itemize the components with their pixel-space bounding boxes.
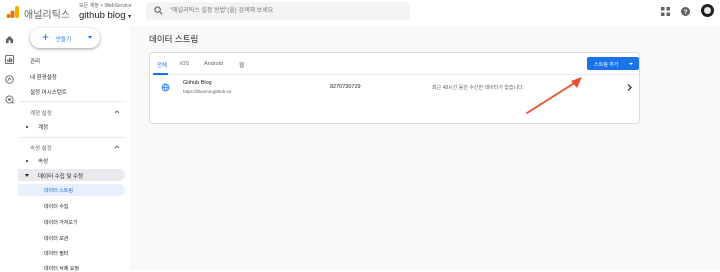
stream-name: Github Blog — [183, 80, 212, 86]
sidebar-item-data-streams[interactable]: 데이터 스트림 — [44, 187, 73, 194]
sidebar-divider — [20, 101, 126, 102]
tab-ios[interactable]: iOS — [180, 61, 189, 67]
plus-icon: + — [42, 30, 50, 44]
search-icon — [154, 6, 163, 15]
sidebar-item-setup-assistant[interactable]: 설정 어시스턴트 — [30, 88, 67, 96]
sidebar-divider — [20, 137, 126, 138]
help-icon[interactable]: ? — [681, 7, 690, 16]
main-content: 데이터 스트림 전체 iOS Android 웹 스트림 추가 Github B… — [130, 26, 720, 270]
tab-web[interactable]: 웹 — [239, 61, 244, 69]
chevron-up-icon[interactable] — [114, 109, 120, 115]
advertising-icon[interactable] — [5, 95, 14, 104]
brand-name: 애널리틱스 — [24, 10, 70, 21]
home-icon[interactable] — [5, 35, 14, 44]
nav-rail — [0, 26, 18, 270]
web-globe-icon — [160, 82, 171, 93]
stream-row[interactable]: Github Blog https://bluemiv.github.io/ 8… — [150, 75, 639, 101]
search-input[interactable] — [170, 5, 400, 17]
account-breadcrumb[interactable]: 모든 계정 > WebService — [79, 2, 131, 9]
chevron-right-icon[interactable] — [625, 83, 633, 92]
sidebar-item-data-collection[interactable]: 데이터 수집 — [44, 203, 68, 210]
property-name: github blog — [79, 10, 126, 21]
create-button[interactable]: + 만들기 — [30, 28, 100, 48]
sidebar-item-data-filters[interactable]: 데이터 필터 — [44, 250, 68, 257]
expand-arrow-icon[interactable] — [25, 174, 29, 177]
sidebar-item-data-import[interactable]: 데이터 가져오기 — [44, 219, 78, 226]
stream-status: 최근 48시간 동안 수신한 데이터가 없습니다. — [432, 85, 525, 91]
bullet-icon — [26, 160, 28, 162]
create-button-label: 만들기 — [56, 37, 72, 43]
sidebar-item-account[interactable]: 계정 — [38, 123, 48, 131]
streams-card: 전체 iOS Android 웹 스트림 추가 Github Blog http… — [149, 52, 640, 124]
tab-all[interactable]: 전체 — [157, 61, 167, 69]
caret-down-icon — [629, 62, 633, 65]
analytics-logo-icon[interactable] — [5, 4, 21, 20]
search-bar[interactable] — [146, 2, 410, 20]
account-avatar[interactable] — [701, 4, 714, 17]
svg-text:?: ? — [683, 9, 687, 16]
add-stream-label: 스트림 추가 — [594, 61, 619, 68]
property-settings-header[interactable]: 속성 설정 — [30, 144, 52, 152]
tab-android[interactable]: Android — [204, 61, 223, 67]
sidebar-item-data-deletion[interactable]: 데이터 삭제 요청 — [44, 265, 79, 272]
chevron-up-icon[interactable] — [114, 144, 120, 150]
sidebar-group-data-collection[interactable]: 데이터 수집 및 수정 — [38, 172, 83, 180]
sidebar-item-admin[interactable]: 관리 — [30, 57, 40, 65]
explore-icon[interactable] — [5, 75, 14, 84]
caret-down-icon — [88, 36, 92, 39]
page-title: 데이터 스트림 — [149, 34, 199, 44]
reports-icon[interactable] — [5, 55, 14, 64]
stream-id: 8270730729 — [330, 84, 361, 90]
sidebar: + 만들기 관리 내 환경설정 설정 어시스턴트 계정 설정 계정 속성 설정 … — [18, 26, 130, 272]
bullet-icon — [26, 126, 28, 128]
sidebar-item-data-retention[interactable]: 데이터 보관 — [44, 235, 68, 242]
sidebar-item-property[interactable]: 속성 — [38, 157, 48, 165]
stream-type-tabs: 전체 iOS Android 웹 스트림 추가 — [150, 53, 639, 75]
apps-grid-icon[interactable] — [661, 7, 670, 16]
top-app-bar: 애널리틱스 모든 계정 > WebService github blog ▾ ? — [0, 0, 720, 26]
account-settings-header[interactable]: 계정 설정 — [30, 109, 52, 117]
property-selector[interactable]: github blog ▾ — [79, 10, 131, 21]
chevron-down-icon: ▾ — [128, 14, 132, 20]
sidebar-item-preferences[interactable]: 내 환경설정 — [30, 73, 57, 81]
add-stream-button[interactable]: 스트림 추가 — [587, 57, 639, 70]
stream-url: https://bluemiv.github.io/ — [183, 89, 232, 94]
